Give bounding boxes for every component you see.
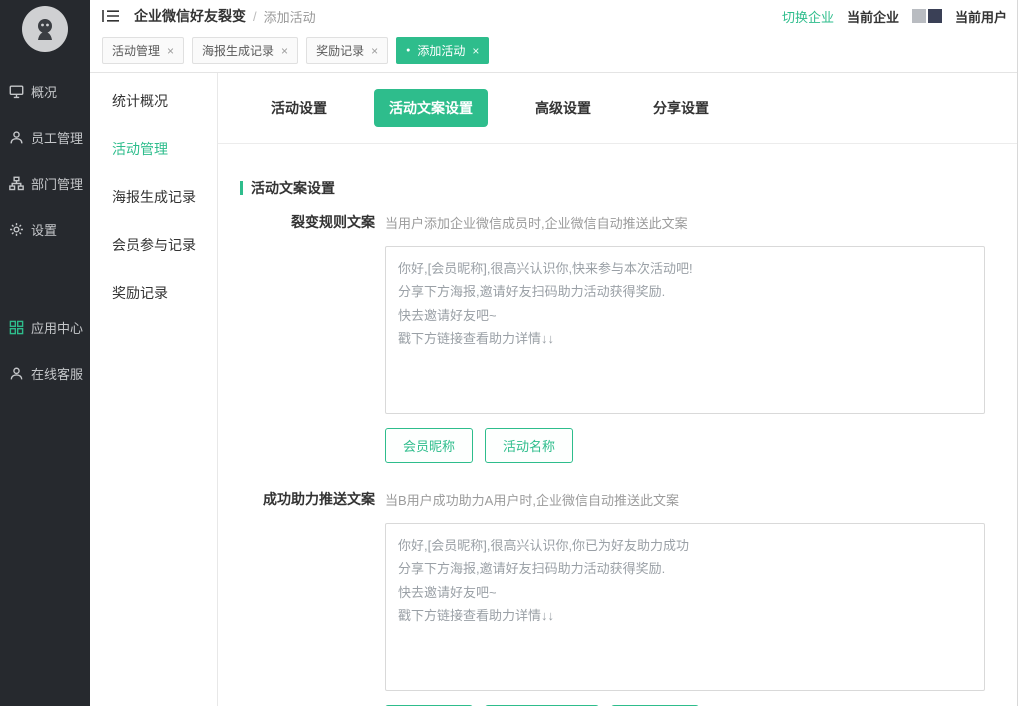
fission-rule-field: 裂变规则文案 当用户添加企业微信成员时,企业微信自动推送此文案 你好,[会员昵称…	[218, 210, 1017, 463]
sidebar-item-online-service[interactable]: 在线客服	[0, 350, 90, 396]
mascot-icon	[30, 14, 60, 44]
current-company-label: 当前企业	[847, 7, 899, 26]
sidebar-item-label: 员工管理	[31, 128, 83, 147]
copywriting-form: 裂变规则文案 当用户添加企业微信成员时,企业微信自动推送此文案 你好,[会员昵称…	[218, 210, 1017, 706]
field-hint: 当用户添加企业微信成员时,企业微信自动推送此文案	[385, 210, 1017, 232]
employee-icon	[9, 130, 24, 145]
sidebar-item-employee-management[interactable]: 员工管理	[0, 114, 90, 160]
field-hint: 当B用户成功助力A用户时,企业微信自动推送此文案	[385, 487, 1017, 509]
sidebar-item-label: 部门管理	[31, 174, 83, 193]
top-right-actions: 切换企业 当前企业 当前用户	[782, 7, 1007, 26]
tab-add-activity[interactable]: ● 添加活动 ×	[396, 37, 489, 64]
tab-label: 海报生成记录	[202, 42, 274, 59]
subnav-item-poster-records[interactable]: 海报生成记录	[90, 173, 217, 221]
field-content: 当用户添加企业微信成员时,企业微信自动推送此文案 你好,[会员昵称],很高兴认识…	[385, 210, 1017, 463]
sidebar-item-label: 设置	[31, 220, 57, 239]
field-content: 当B用户成功助力A用户时,企业微信自动推送此文案 你好,[会员昵称],很高兴认识…	[385, 487, 1017, 706]
company-avatar-part	[928, 9, 942, 23]
logo-container	[0, 0, 90, 68]
sidebar-item-settings[interactable]: 设置	[0, 206, 90, 252]
gear-icon	[9, 222, 24, 237]
subnav-item-reward-records[interactable]: 奖励记录	[90, 269, 217, 317]
close-tab-icon[interactable]: ×	[167, 45, 174, 57]
department-icon	[9, 176, 24, 191]
close-tab-icon[interactable]: ×	[281, 45, 288, 57]
tab-poster-records[interactable]: 海报生成记录 ×	[192, 37, 298, 64]
section-title-bar	[240, 181, 243, 195]
content-area: 统计概况 活动管理 海报生成记录 会员参与记录 奖励记录 活动设置	[90, 73, 1017, 706]
sidebar-item-label: 应用中心	[31, 318, 83, 337]
apps-grid-icon	[9, 320, 24, 335]
tab-label: 奖励记录	[316, 42, 364, 59]
fission-rule-textarea[interactable]: 你好,[会员昵称],很高兴认识你,快来参与本次活动吧! 分享下方海报,邀请好友扫…	[385, 246, 985, 414]
tab-copywriting-settings[interactable]: 活动文案设置	[374, 89, 488, 127]
section-title: 活动文案设置	[240, 178, 1017, 198]
switch-company-link[interactable]: 切换企业	[782, 7, 834, 26]
customer-service-icon	[9, 366, 24, 381]
company-avatar-part	[912, 9, 926, 23]
top-bar: 企业微信好友裂变 / 添加活动 切换企业 当前企业 当前用户	[90, 0, 1017, 32]
tab-activity-settings[interactable]: 活动设置	[256, 89, 342, 127]
breadcrumb-separator: /	[253, 9, 257, 24]
app-window: 概况 员工管理 部门管理 设置	[0, 0, 1018, 706]
insert-member-nickname-button[interactable]: 会员昵称	[385, 428, 473, 463]
sidebar-item-label: 概况	[31, 82, 57, 101]
tab-label: 活动管理	[112, 42, 160, 59]
app-logo	[22, 6, 68, 52]
subnav-item-member-participation[interactable]: 会员参与记录	[90, 221, 217, 269]
tab-activity-management[interactable]: 活动管理 ×	[102, 37, 184, 64]
collapse-menu-icon[interactable]	[102, 7, 122, 25]
close-tab-icon[interactable]: ×	[472, 45, 479, 57]
subnav-label: 奖励记录	[112, 283, 168, 303]
open-tabs-bar: 活动管理 × 海报生成记录 × 奖励记录 × ● 添加活动 ×	[90, 32, 1017, 73]
active-tab-dot-icon: ●	[406, 47, 410, 54]
secondary-sidebar: 统计概况 活动管理 海报生成记录 会员参与记录 奖励记录	[90, 73, 218, 706]
tab-share-settings[interactable]: 分享设置	[638, 89, 724, 127]
subnav-label: 统计概况	[112, 91, 168, 111]
main-column: 企业微信好友裂变 / 添加活动 切换企业 当前企业 当前用户 活动管理 × 海报…	[90, 0, 1017, 706]
sidebar-spacer	[0, 252, 90, 304]
tab-label: 添加活动	[417, 42, 465, 59]
tab-advanced-settings[interactable]: 高级设置	[520, 89, 606, 127]
assist-success-textarea[interactable]: 你好,[会员昵称],很高兴认识你,你已为好友助力成功 分享下方海报,邀请好友扫码…	[385, 523, 985, 691]
subnav-item-activity-management[interactable]: 活动管理	[90, 125, 217, 173]
breadcrumb-page-title: 添加活动	[264, 7, 316, 26]
field-label: 成功助力推送文案	[218, 487, 385, 706]
subnav-label: 会员参与记录	[112, 235, 196, 255]
main-panel: 活动设置 活动文案设置 高级设置 分享设置 活动文案设置 裂变规则文案 当用户添…	[218, 73, 1017, 706]
breadcrumb-app-title: 企业微信好友裂变	[134, 6, 246, 26]
sidebar-item-label: 在线客服	[31, 364, 83, 383]
current-user-label: 当前用户	[955, 7, 1007, 26]
primary-sidebar: 概况 员工管理 部门管理 设置	[0, 0, 90, 706]
subnav-label: 海报生成记录	[112, 187, 196, 207]
assist-success-field: 成功助力推送文案 当B用户成功助力A用户时,企业微信自动推送此文案 你好,[会员…	[218, 487, 1017, 706]
sidebar-item-app-center[interactable]: 应用中心	[0, 304, 90, 350]
subnav-item-statistics[interactable]: 统计概况	[90, 77, 217, 125]
insert-activity-name-button[interactable]: 活动名称	[485, 428, 573, 463]
close-tab-icon[interactable]: ×	[371, 45, 378, 57]
sidebar-item-overview[interactable]: 概况	[0, 68, 90, 114]
tab-reward-records[interactable]: 奖励记录 ×	[306, 37, 388, 64]
field-label: 裂变规则文案	[218, 210, 385, 463]
settings-tab-bar: 活动设置 活动文案设置 高级设置 分享设置	[218, 73, 1017, 144]
section-title-text: 活动文案设置	[251, 178, 335, 198]
subnav-label: 活动管理	[112, 139, 168, 159]
dashboard-icon	[9, 84, 24, 99]
company-avatar	[912, 9, 942, 23]
sidebar-item-department-management[interactable]: 部门管理	[0, 160, 90, 206]
insert-variable-buttons: 会员昵称 活动名称	[385, 428, 1017, 463]
